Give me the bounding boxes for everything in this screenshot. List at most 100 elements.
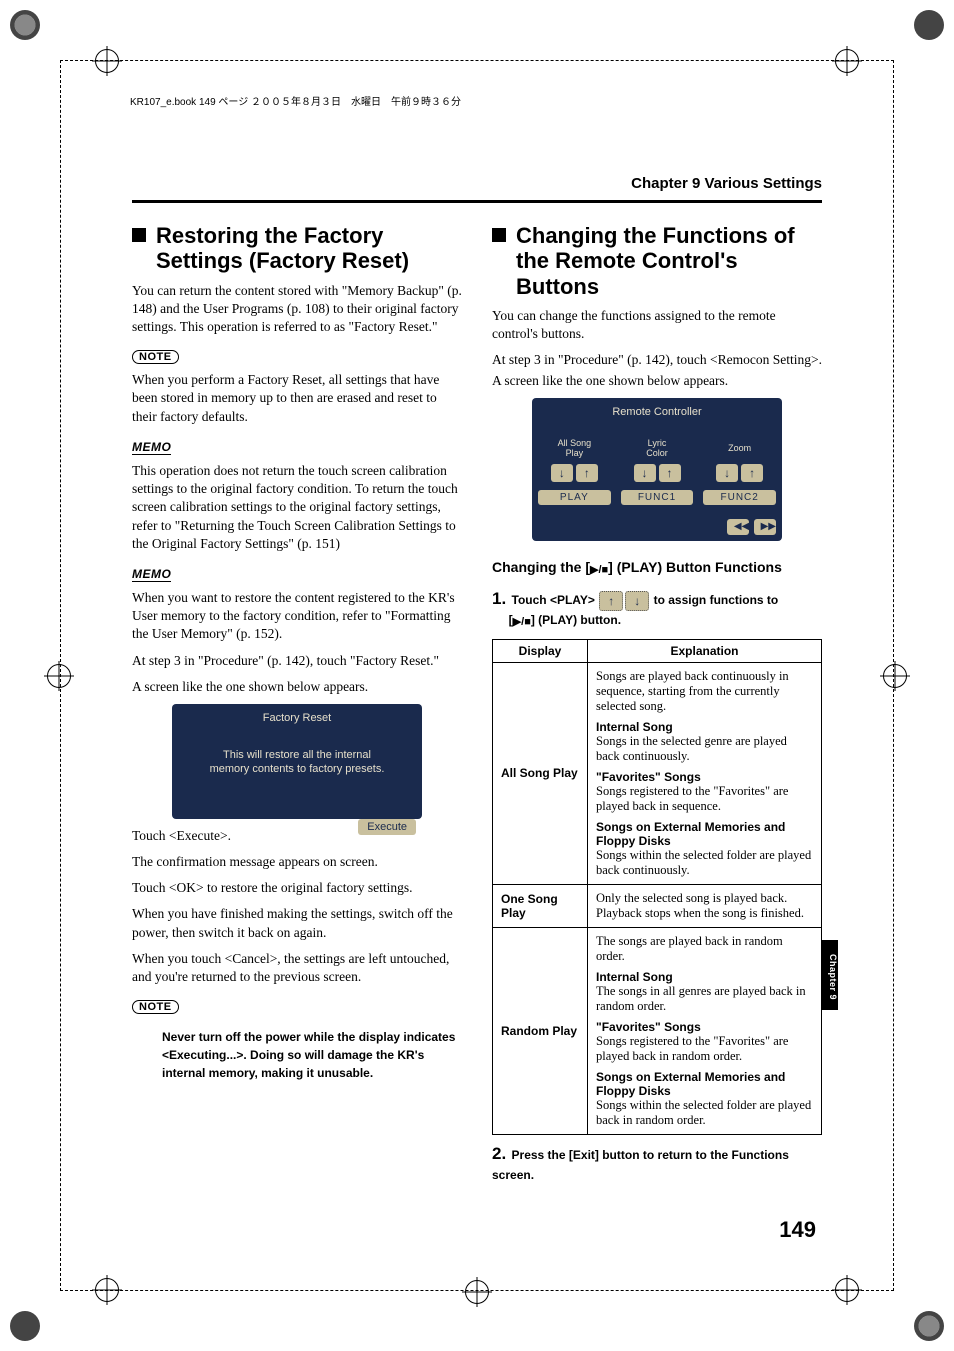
body-text: When you touch <Cancel>, the settings ar… bbox=[132, 950, 462, 986]
table-header-display: Display bbox=[493, 639, 588, 662]
arrow-up-icon: ↑ bbox=[659, 464, 681, 482]
section-heading-remote-buttons: Changing the Functions of the Remote Con… bbox=[492, 223, 822, 299]
panel-zoom: Zoom ↓↑ bbox=[703, 438, 776, 482]
body-text: At step 3 in "Procedure" (p. 142), touch… bbox=[132, 652, 462, 670]
page-number: 149 bbox=[779, 1217, 816, 1243]
content-columns: Restoring the Factory Settings (Factory … bbox=[132, 215, 822, 1211]
play-stop-icon: ▶/■ bbox=[513, 614, 531, 631]
panel-lyric: Lyric Color ↓↑ bbox=[621, 438, 694, 482]
remote-controller-screenshot: Remote Controller All Song Play ↓↑ Lyric… bbox=[532, 398, 782, 541]
crosshair-icon bbox=[835, 49, 859, 73]
play-stop-icon: ▶/■ bbox=[590, 563, 608, 576]
crosshair-icon bbox=[835, 1278, 859, 1302]
body-text: A screen like the one shown below appear… bbox=[492, 372, 822, 390]
panel-label: Zoom bbox=[703, 438, 776, 460]
step-text: Press the [Exit] button to return to the… bbox=[492, 1148, 789, 1183]
note-label: NOTE bbox=[132, 350, 179, 364]
step-text: [▶/■] (PLAY) button. bbox=[509, 613, 621, 627]
execute-button: Execute bbox=[358, 819, 416, 835]
screenshot-title: Remote Controller bbox=[538, 404, 776, 418]
screenshot-title: Factory Reset bbox=[178, 710, 416, 724]
function-table: Display Explanation All Song Play Songs … bbox=[492, 639, 822, 1135]
cell-explanation: Only the selected song is played back. P… bbox=[588, 884, 822, 927]
panel-allsong: All Song Play ↓↑ bbox=[538, 438, 611, 482]
left-column: Restoring the Factory Settings (Factory … bbox=[132, 215, 462, 1211]
func2-label: FUNC2 bbox=[703, 490, 776, 505]
note-text: When you perform a Factory Reset, all se… bbox=[132, 371, 462, 426]
arrow-down-icon: ↓ bbox=[625, 591, 649, 611]
cell-display: Random Play bbox=[493, 927, 588, 1134]
heading-text: Changing the Functions of the Remote Con… bbox=[516, 223, 822, 299]
print-header: KR107_e.book 149 ページ ２００５年８月３日 水曜日 午前９時３… bbox=[130, 93, 824, 108]
arrow-down-icon: ↓ bbox=[716, 464, 738, 482]
memo-label: MEMO bbox=[132, 567, 171, 582]
panel-label: Lyric Color bbox=[621, 438, 694, 460]
factory-reset-screenshot: Factory Reset This will restore all the … bbox=[172, 704, 422, 819]
subheading-play-functions: Changing the [▶/■] (PLAY) Button Functio… bbox=[492, 559, 822, 576]
arrow-pair: ↓↑ bbox=[703, 464, 776, 482]
crosshair-icon bbox=[47, 664, 71, 688]
heading-text: Restoring the Factory Settings (Factory … bbox=[156, 223, 462, 274]
func1-label: FUNC1 bbox=[621, 490, 694, 505]
step-2: 2. Press the [Exit] button to return to … bbox=[492, 1141, 822, 1185]
crosshair-icon bbox=[883, 664, 907, 688]
cell-display: One Song Play bbox=[493, 884, 588, 927]
print-corner-icon bbox=[914, 1311, 944, 1341]
note-text-bold: Never turn off the power while the displ… bbox=[162, 1028, 462, 1082]
body-text: The confirmation message appears on scre… bbox=[132, 853, 462, 871]
right-column: Changing the Functions of the Remote Con… bbox=[492, 215, 822, 1211]
step-text: Touch <PLAY> bbox=[512, 593, 595, 607]
func-labels: PLAY FUNC1 FUNC2 bbox=[538, 490, 776, 505]
print-corner-icon bbox=[914, 10, 944, 40]
crosshair-icon bbox=[95, 49, 119, 73]
step-number: 1. bbox=[492, 589, 506, 608]
chapter-title: Chapter 9 Various Settings bbox=[631, 175, 822, 192]
section-heading-factory-reset: Restoring the Factory Settings (Factory … bbox=[132, 223, 462, 274]
arrow-down-icon: ↓ bbox=[551, 464, 573, 482]
memo-text: When you want to restore the content reg… bbox=[132, 589, 462, 644]
crosshair-icon bbox=[95, 1278, 119, 1302]
cell-explanation: The songs are played back in random orde… bbox=[588, 927, 822, 1134]
arrow-up-icon: ↑ bbox=[599, 591, 623, 611]
body-text: You can return the content stored with "… bbox=[132, 282, 462, 337]
step-1: 1. Touch <PLAY> ↑↓ to assign functions t… bbox=[492, 586, 822, 631]
cell-display: All Song Play bbox=[493, 662, 588, 884]
print-corner-icon bbox=[10, 10, 40, 40]
panel-label: All Song Play bbox=[538, 438, 611, 460]
memo-text: This operation does not return the touch… bbox=[132, 462, 462, 553]
arrow-pair: ↓↑ bbox=[538, 464, 611, 482]
table-header-explanation: Explanation bbox=[588, 639, 822, 662]
screenshot-panels: All Song Play ↓↑ Lyric Color ↓↑ Zoom ↓↑ bbox=[538, 438, 776, 482]
next-icon: ▶▶ bbox=[754, 519, 776, 535]
table-row: All Song Play Songs are played back cont… bbox=[493, 662, 822, 884]
prev-icon: ◀◀ bbox=[727, 519, 749, 535]
square-bullet-icon bbox=[132, 228, 146, 242]
body-text: When you have finished making the settin… bbox=[132, 905, 462, 941]
step-number: 2. bbox=[492, 1144, 506, 1163]
print-corner-icon bbox=[10, 1311, 40, 1341]
table-header-row: Display Explanation bbox=[493, 639, 822, 662]
note-label: NOTE bbox=[132, 1000, 179, 1014]
square-bullet-icon bbox=[492, 228, 506, 242]
body-text: Touch <OK> to restore the original facto… bbox=[132, 879, 462, 897]
body-text: You can change the functions assigned to… bbox=[492, 307, 822, 343]
crosshair-icon bbox=[465, 1280, 489, 1304]
arrow-up-icon: ↑ bbox=[576, 464, 598, 482]
body-text: At step 3 in "Procedure" (p. 142), touch… bbox=[492, 351, 822, 369]
body-text: A screen like the one shown below appear… bbox=[132, 678, 462, 696]
arrow-down-icon: ↓ bbox=[634, 464, 656, 482]
chapter-rule bbox=[132, 200, 822, 203]
func-play-label: PLAY bbox=[538, 490, 611, 505]
table-row: Random Play The songs are played back in… bbox=[493, 927, 822, 1134]
arrow-pair: ↓↑ bbox=[621, 464, 694, 482]
screenshot-message: This will restore all the internal memor… bbox=[178, 748, 416, 777]
nav-arrows: ◀◀ ▶▶ bbox=[538, 519, 776, 535]
cell-explanation: Songs are played back continuously in se… bbox=[588, 662, 822, 884]
page-root: KR107_e.book 149 ページ ２００５年８月３日 水曜日 午前９時３… bbox=[0, 0, 954, 1351]
memo-label: MEMO bbox=[132, 440, 171, 455]
print-guide bbox=[60, 60, 894, 61]
chapter-side-tab: Chapter 9 bbox=[822, 940, 838, 1010]
table-row: One Song Play Only the selected song is … bbox=[493, 884, 822, 927]
step-text: to assign functions to bbox=[654, 593, 779, 607]
arrow-up-icon: ↑ bbox=[741, 464, 763, 482]
